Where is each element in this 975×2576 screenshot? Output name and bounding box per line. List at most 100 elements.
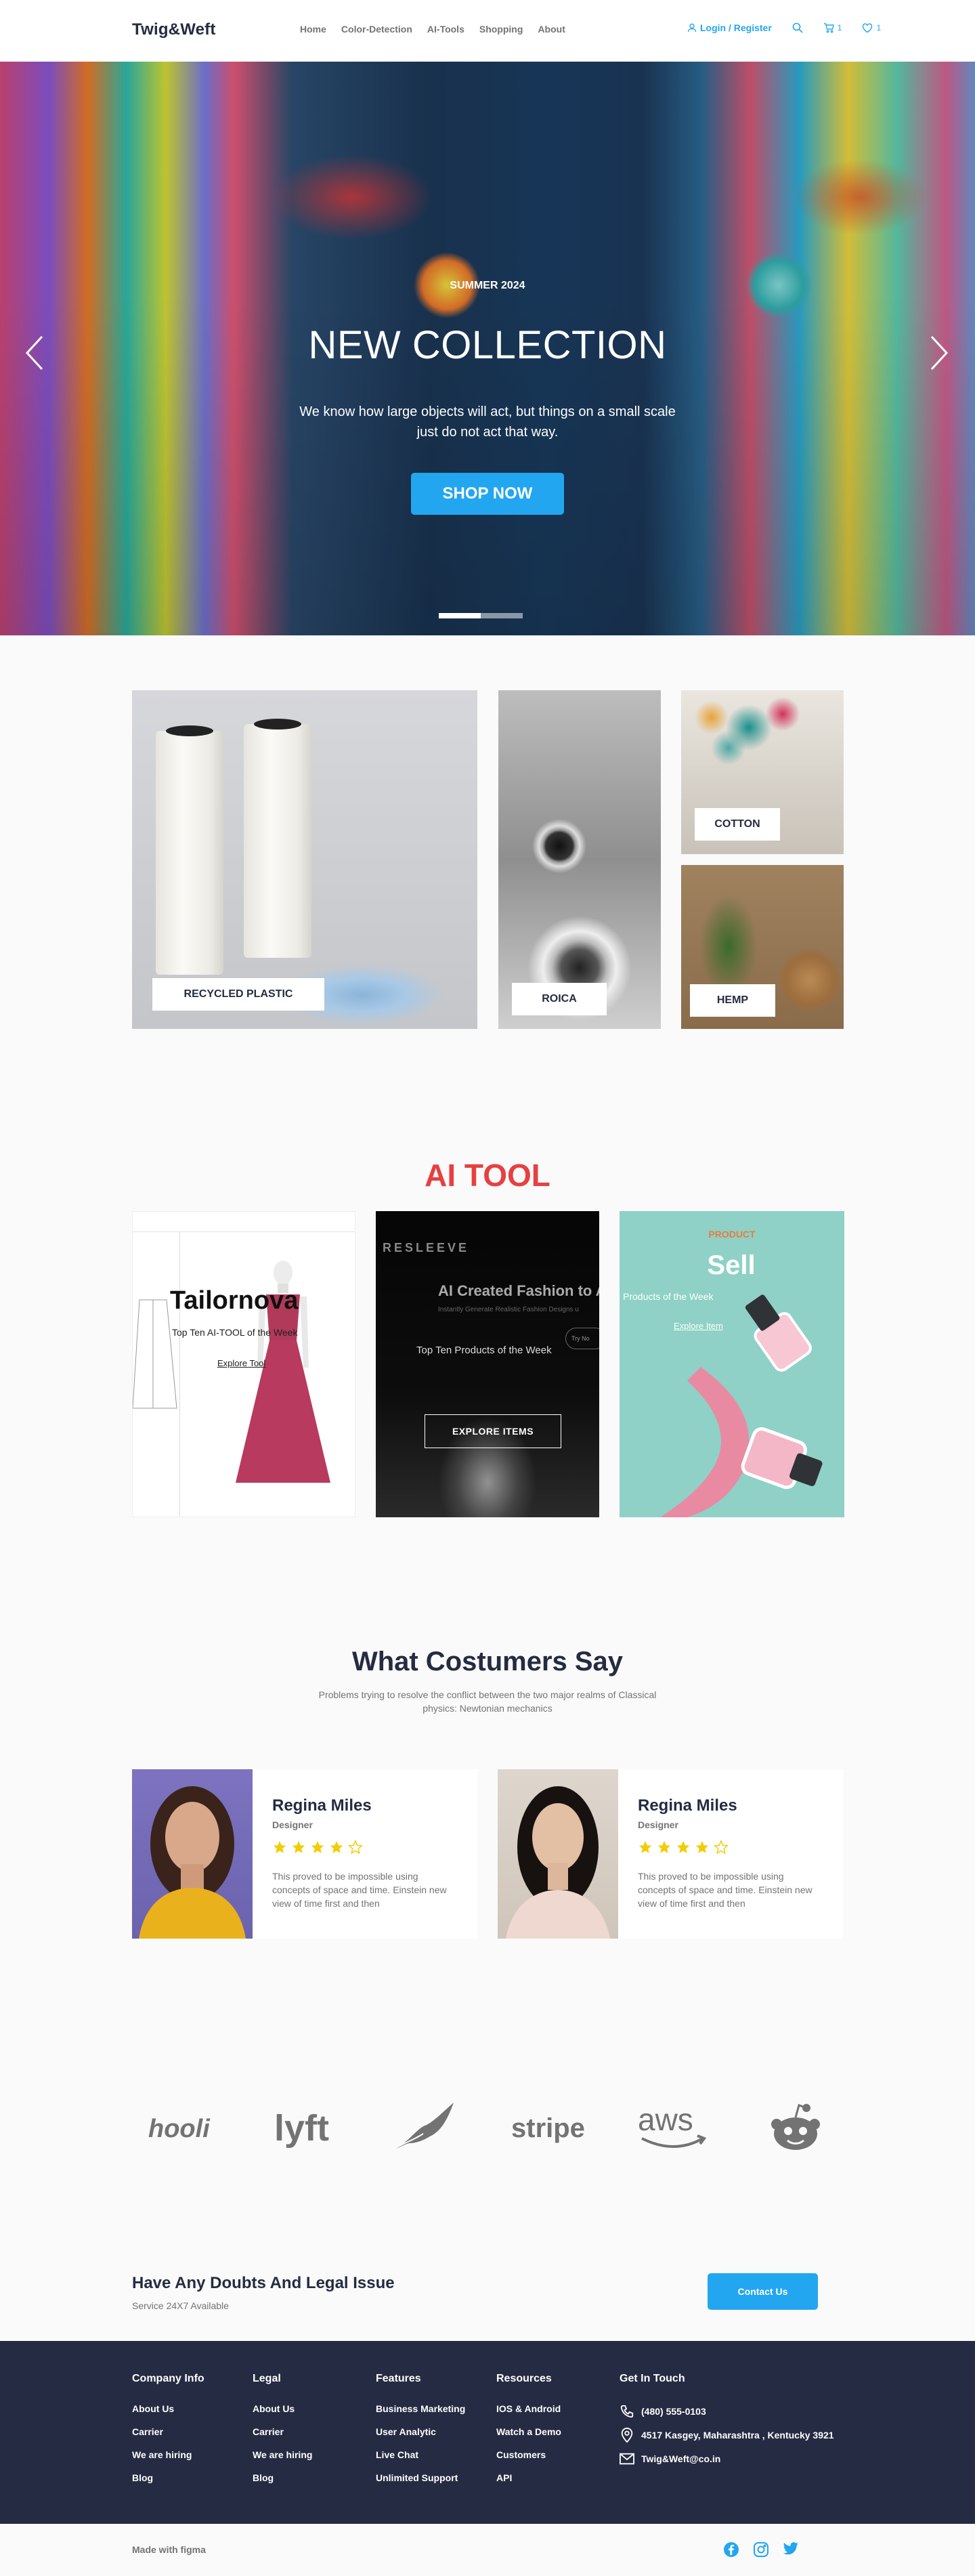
footer-link[interactable]: We are hiring — [253, 2449, 312, 2463]
testimonial-quote: This proved to be impossible using conce… — [272, 1871, 447, 1909]
explore-items-button[interactable]: EXPLORE ITEMS — [425, 1414, 561, 1448]
cart-count: 1 — [837, 23, 842, 33]
explore-tool-link[interactable]: Explore Tool — [217, 1358, 265, 1368]
contact-phone[interactable]: (480) 555-0103 — [620, 2403, 834, 2420]
footer-link[interactable]: We are hiring — [132, 2449, 204, 2463]
footer-link[interactable]: API — [496, 2472, 561, 2486]
footer-link[interactable]: About Us — [132, 2403, 204, 2417]
svg-text:lyft: lyft — [274, 2108, 329, 2149]
ai-card-tailornova[interactable]: Tailornova Top Ten AI-TOOL of the Week E… — [132, 1211, 355, 1517]
category-label: HEMP — [690, 984, 775, 1017]
nav-shopping[interactable]: Shopping — [479, 24, 523, 35]
ai-card-tagline: Instantly Generate Realistic Fashion Des… — [438, 1306, 579, 1313]
testimonial-role: Designer — [638, 1819, 678, 1830]
ai-card-subtitle: Top Ten Products of the Week — [416, 1345, 552, 1356]
prev-slide-button[interactable] — [22, 333, 49, 373]
category-roica[interactable]: ROICA — [498, 690, 661, 1029]
ai-card-headline: AI Created Fashion to A — [438, 1282, 599, 1299]
footer-link[interactable]: User Analytic — [376, 2426, 465, 2440]
footer-column-company: Company Info About Us Carrier We are hir… — [132, 2373, 204, 2495]
hero-title: NEW COLLECTION — [308, 323, 667, 367]
slide-dot-2[interactable] — [481, 613, 523, 618]
star-filled-icon — [695, 1840, 709, 1853]
hero-banner: SUMMER 2024 NEW COLLECTION We know how l… — [0, 62, 975, 635]
twitter-icon[interactable] — [783, 2541, 799, 2556]
testimonial-card: Regina Miles Designer This proved to be … — [132, 1769, 477, 1939]
contact-email[interactable]: Twig&Weft@co.in — [620, 2451, 834, 2467]
instagram-icon[interactable] — [753, 2541, 769, 2558]
category-cotton[interactable]: COTTON — [681, 690, 844, 854]
ai-card-resleeve[interactable]: RESLEEVE AI Created Fashion to A Instant… — [376, 1211, 599, 1517]
footer-link[interactable]: Live Chat — [376, 2449, 465, 2463]
spool-image — [156, 731, 223, 975]
footer-link[interactable]: Carrier — [132, 2426, 204, 2440]
testimonials-subtitle: Problems trying to resolve the conflict … — [318, 1689, 657, 1714]
avatar-portrait — [506, 1786, 610, 1939]
nav-ai-tools[interactable]: AI-Tools — [427, 24, 464, 35]
footer-link[interactable]: About Us — [253, 2403, 312, 2417]
testimonial-card: Regina Miles Designer This proved to be … — [498, 1769, 843, 1939]
cta-title: Have Any Doubts And Legal Issue — [132, 2274, 395, 2292]
nav-color-detection[interactable]: Color-Detection — [341, 24, 412, 35]
footer-link[interactable]: Carrier — [253, 2426, 312, 2440]
nav-home[interactable]: Home — [300, 24, 326, 35]
facebook-icon[interactable] — [723, 2541, 739, 2558]
footer-column-title: Legal — [253, 2373, 281, 2384]
spool-image — [244, 724, 311, 958]
try-now-pill[interactable]: Try No — [565, 1328, 599, 1349]
wishlist-button[interactable]: 1 — [862, 23, 881, 33]
cart-button[interactable]: 1 — [823, 22, 842, 33]
testimonial-name: Regina Miles — [272, 1796, 372, 1815]
chevron-right-icon — [930, 335, 949, 371]
svg-text:aws: aws — [638, 2105, 693, 2137]
location-pin-icon — [621, 2428, 633, 2443]
footer-contact: Get In Touch (480) 555-0103 4517 Kasgey,… — [620, 2373, 834, 2474]
cta-subtitle: Service 24X7 Available — [132, 2300, 229, 2311]
hooli-logo: hooli — [148, 2101, 223, 2155]
search-button[interactable] — [792, 22, 803, 33]
contact-address-text: 4517 Kasgey, Maharashtra , Kentucky 3921 — [641, 2430, 834, 2441]
contact-us-button[interactable]: Contact Us — [708, 2273, 818, 2310]
header-actions: Login / Register 1 1 — [687, 22, 881, 33]
footer-link[interactable]: Unlimited Support — [376, 2472, 465, 2486]
footer-link[interactable]: Blog — [253, 2472, 312, 2486]
star-empty-icon — [714, 1840, 729, 1855]
category-recycled-plastic[interactable]: RECYCLED PLASTIC — [132, 690, 477, 1029]
feather-logo — [389, 2101, 457, 2155]
brand-logo[interactable]: Twig&Weft — [132, 20, 216, 39]
hero-subtitle: We know how large objects will act, but … — [299, 404, 676, 440]
footer-link[interactable]: Watch a Demo — [496, 2426, 561, 2440]
spool-cap — [166, 725, 213, 736]
ai-card-sell[interactable]: PRODUCT Sell Products of the Week Explor… — [620, 1211, 844, 1517]
hero-season: SUMMER 2024 — [450, 280, 525, 291]
partner-logos: hooli lyft stripe aws — [132, 2101, 843, 2155]
sketch-panel — [133, 1232, 180, 1517]
main-nav: Home Color-Detection AI-Tools Shopping A… — [300, 24, 565, 35]
footer-link[interactable]: Customers — [496, 2449, 561, 2463]
footer-column-title: Resources — [496, 2373, 552, 2384]
svg-text:stripe: stripe — [511, 2113, 585, 2143]
nav-about[interactable]: About — [538, 24, 565, 35]
footer-column-features: Features Business Marketing User Analyti… — [376, 2373, 465, 2495]
aws-logo: aws — [636, 2101, 711, 2155]
login-register-link[interactable]: Login / Register — [687, 22, 772, 33]
star-rating — [638, 1840, 729, 1855]
footer-column-title: Company Info — [132, 2373, 204, 2384]
footer-column-resources: Resources IOS & Android Watch a Demo Cus… — [496, 2373, 561, 2495]
slide-indicators — [439, 613, 523, 618]
shop-now-button[interactable]: SHOP NOW — [411, 473, 564, 515]
star-filled-icon — [638, 1840, 652, 1853]
testimonial-quote: This proved to be impossible using conce… — [638, 1871, 812, 1909]
site-footer: Company Info About Us Carrier We are hir… — [0, 2341, 975, 2524]
star-filled-icon — [273, 1840, 286, 1853]
wishlist-count: 1 — [876, 23, 882, 33]
footer-link[interactable]: Blog — [132, 2472, 204, 2486]
star-filled-icon — [311, 1840, 324, 1853]
next-slide-button[interactable] — [925, 333, 952, 373]
category-hemp[interactable]: HEMP — [681, 865, 844, 1029]
footer-column-legal: Legal About Us Carrier We are hiring Blo… — [253, 2373, 312, 2495]
footer-link[interactable]: IOS & Android — [496, 2403, 561, 2417]
footer-link[interactable]: Business Marketing — [376, 2403, 465, 2417]
slide-dot-1[interactable] — [439, 613, 481, 618]
stripe-logo: stripe — [511, 2101, 586, 2155]
